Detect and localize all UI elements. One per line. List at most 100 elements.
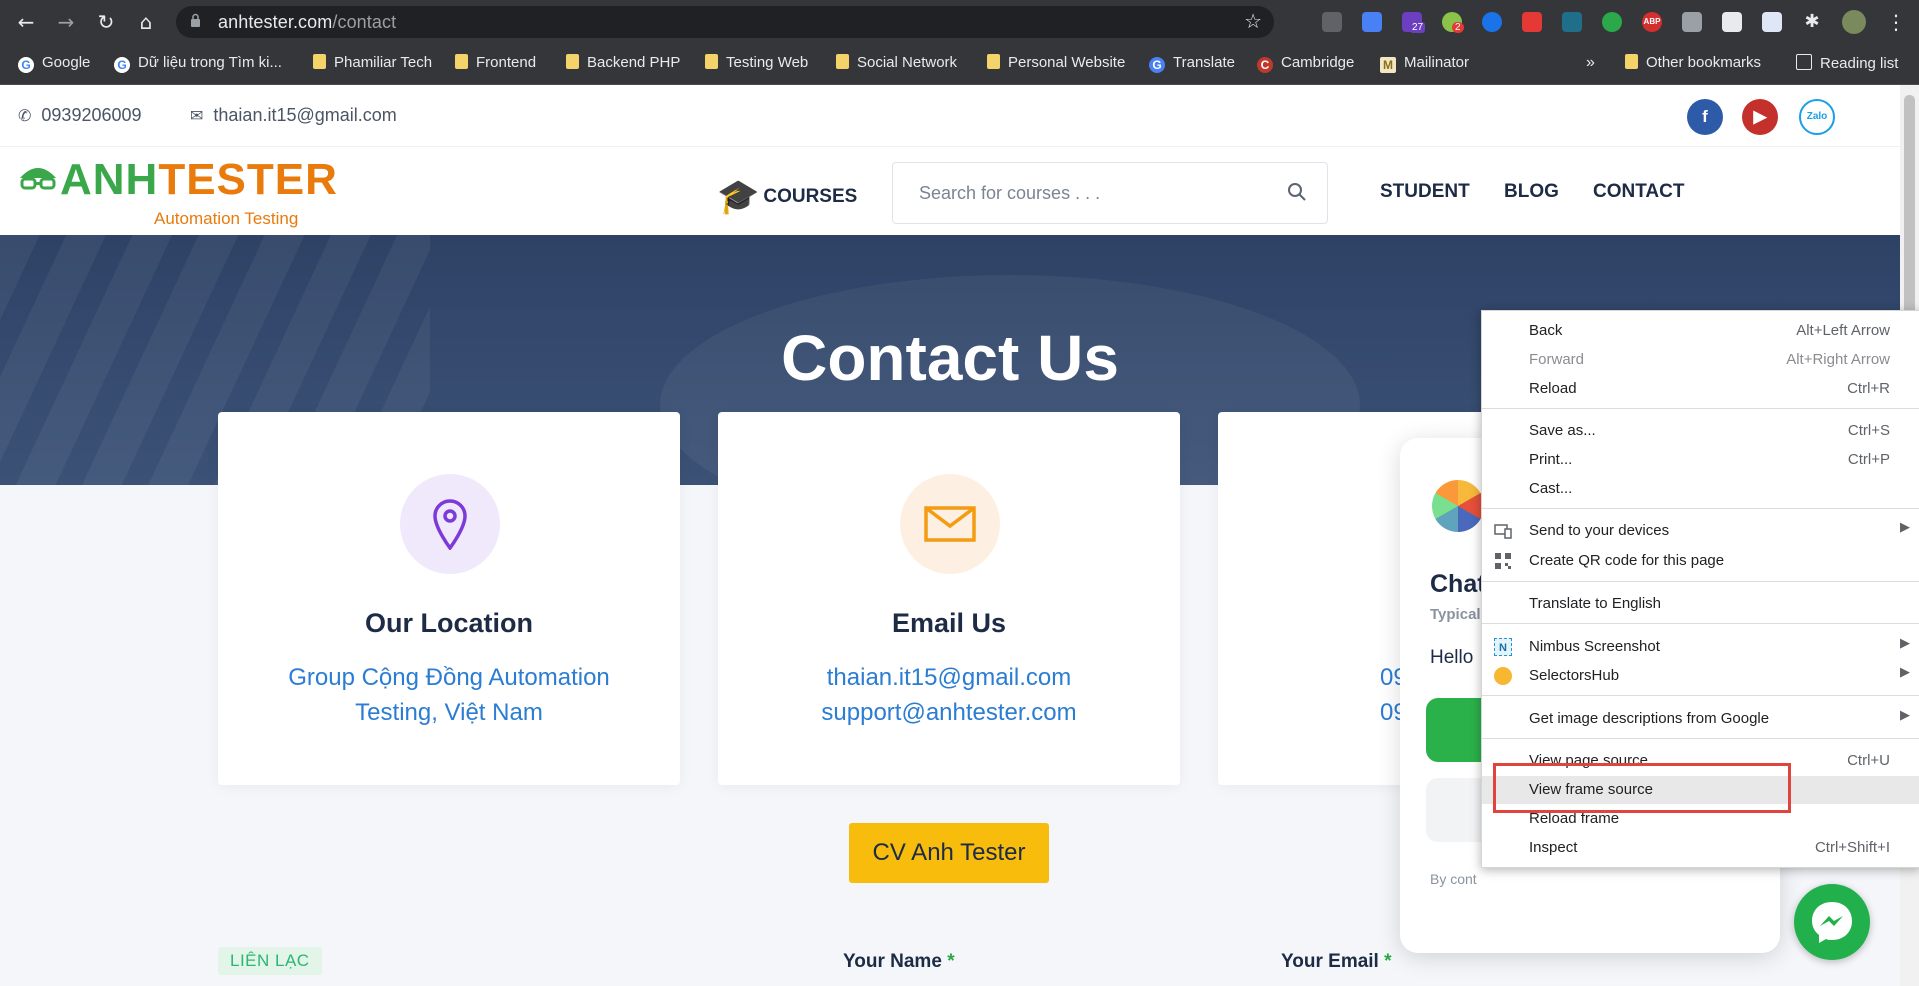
- menu-item-cast[interactable]: Cast...: [1482, 475, 1919, 503]
- name-label-text: Your Name: [843, 951, 942, 972]
- bookmark-item[interactable]: G Dữ liệu trong Tìm ki...: [114, 54, 282, 76]
- bookmark-label: Dữ liệu trong Tìm ki...: [138, 54, 282, 71]
- bookmark-folder[interactable]: Personal Website: [987, 54, 1125, 76]
- address-bar[interactable]: anhtester.com/contact ☆: [176, 6, 1274, 38]
- bookmark-folder[interactable]: Social Network: [836, 54, 957, 76]
- search-input[interactable]: [917, 182, 1261, 205]
- menu-item-shortcut: Ctrl+R: [1847, 380, 1890, 397]
- site-logo[interactable]: ANHTESTER: [18, 155, 338, 205]
- card-email-link[interactable]: support@anhtester.com: [718, 699, 1180, 727]
- menu-item-label: Create QR code for this page: [1529, 552, 1725, 569]
- adblock-plus-icon[interactable]: ABP: [1642, 12, 1662, 32]
- card-title: Email Us: [891, 608, 1007, 638]
- course-search[interactable]: [892, 162, 1328, 224]
- qr-code-icon: [1495, 553, 1511, 569]
- menu-item-label: Get image descriptions from Google: [1529, 710, 1770, 727]
- menu-item-back[interactable]: Back Alt+Left Arrow: [1482, 317, 1919, 345]
- menu-item-forward[interactable]: Forward Alt+Right Arrow: [1482, 346, 1919, 374]
- bookmark-item[interactable]: G Google: [18, 54, 90, 76]
- home-icon[interactable]: ⌂: [132, 8, 160, 36]
- menu-item-save-as[interactable]: Save as... Ctrl+S: [1482, 417, 1919, 445]
- site-header: ANHTESTER Automation Testing 🎓COURSES ST…: [0, 147, 1900, 235]
- menu-item-reload[interactable]: Reload Ctrl+R: [1482, 375, 1919, 403]
- folder-icon: [705, 54, 718, 69]
- bookmark-label: Testing Web: [726, 54, 809, 71]
- bookmark-folder[interactable]: Phamiliar Tech: [313, 54, 432, 76]
- camera-ext-icon[interactable]: [1682, 12, 1702, 32]
- bookmark-item[interactable]: C Cambridge: [1257, 54, 1354, 76]
- mailinator-icon: M: [1380, 57, 1396, 73]
- search-icon[interactable]: [1287, 182, 1307, 202]
- bookmark-item[interactable]: M Mailinator: [1380, 54, 1469, 76]
- other-bookmarks-folder[interactable]: Other bookmarks: [1625, 54, 1761, 76]
- url-text[interactable]: anhtester.com/contact: [218, 12, 396, 33]
- cv-button[interactable]: CV Anh Tester: [849, 823, 1049, 883]
- menu-item-create-qr[interactable]: Create QR code for this page: [1482, 547, 1919, 575]
- balloon-ext-icon[interactable]: 2: [1442, 12, 1464, 33]
- menu-item-print[interactable]: Print... Ctrl+P: [1482, 446, 1919, 474]
- menu-separator: [1482, 581, 1919, 582]
- menu-item-inspect[interactable]: Inspect Ctrl+Shift+I: [1482, 834, 1919, 862]
- menu-item-translate[interactable]: Translate to English: [1482, 590, 1919, 618]
- menu-item-shortcut: Alt+Left Arrow: [1796, 322, 1890, 339]
- reading-list-button[interactable]: Reading list: [1796, 54, 1898, 76]
- menu-separator: [1482, 695, 1919, 696]
- menu-item-image-descriptions[interactable]: Get image descriptions from Google ▶: [1482, 705, 1919, 733]
- reading-list-label: Reading list: [1820, 55, 1899, 72]
- folder-icon: [313, 54, 326, 69]
- zalo-icon[interactable]: Zalo: [1799, 99, 1835, 135]
- logo-mascot-icon: [20, 168, 56, 190]
- reload-icon[interactable]: ↻: [92, 8, 120, 36]
- extension-icon[interactable]: [1322, 12, 1342, 32]
- phone-number: 0939206009: [41, 105, 142, 125]
- menu-item-label: Send to your devices: [1529, 522, 1670, 539]
- email-label-text: Your Email: [1281, 951, 1379, 972]
- nav-student[interactable]: STUDENT: [1380, 181, 1470, 203]
- nav-contact[interactable]: CONTACT: [1593, 181, 1684, 203]
- email-contact[interactable]: ✉ thaian.it15@gmail.com: [190, 105, 397, 126]
- bookmark-folder[interactable]: Testing Web: [705, 54, 808, 76]
- phone-contact[interactable]: ✆ 0939206009: [18, 105, 142, 126]
- bookmark-item[interactable]: G Translate: [1149, 54, 1235, 76]
- profile-avatar[interactable]: [1842, 10, 1866, 34]
- nimbus-ext-icon[interactable]: [1562, 12, 1582, 32]
- menu-item-nimbus[interactable]: N Nimbus Screenshot ▶: [1482, 633, 1919, 661]
- nav-blog[interactable]: BLOG: [1504, 181, 1559, 203]
- menu-item-send-to-devices[interactable]: Send to your devices ▶: [1482, 517, 1919, 545]
- back-arrow-icon[interactable]: ←: [12, 8, 40, 36]
- red-ext-icon[interactable]: [1522, 12, 1542, 32]
- chat-avatar-logo: [1432, 480, 1484, 532]
- bookmarks-bar: G Google G Dữ liệu trong Tìm ki... Phamili…: [0, 44, 1919, 85]
- google-icon: G: [18, 57, 34, 73]
- messenger-chat-button[interactable]: [1794, 884, 1870, 960]
- messenger-icon: [1812, 902, 1852, 943]
- bookmark-star-icon[interactable]: ☆: [1244, 9, 1262, 33]
- menu-item-label: Save as...: [1529, 422, 1596, 439]
- menu-kebab-icon[interactable]: ⋮: [1882, 8, 1910, 36]
- google-translate-icon[interactable]: [1362, 12, 1382, 32]
- checkmark-ext-icon[interactable]: [1482, 12, 1502, 32]
- mail-icon: ✉: [190, 106, 204, 125]
- facebook-icon[interactable]: f: [1687, 99, 1723, 135]
- youtube-icon[interactable]: ▶: [1742, 99, 1778, 135]
- menu-item-label: Forward: [1529, 351, 1585, 368]
- card-email-link[interactable]: thaian.it15@gmail.com: [718, 664, 1180, 692]
- courses-menu[interactable]: 🎓 COURSES: [717, 177, 857, 217]
- forward-arrow-icon[interactable]: →: [52, 8, 80, 36]
- menu-item-selectorshub[interactable]: SelectorsHub ▶: [1482, 662, 1919, 690]
- doc-ext-icon[interactable]: [1762, 12, 1782, 32]
- graduation-ext-icon[interactable]: 27: [1402, 12, 1426, 33]
- logo-text: ANHTESTER: [60, 155, 338, 204]
- green-ext-icon[interactable]: [1602, 12, 1622, 32]
- extension-badge: 2: [1452, 22, 1464, 33]
- highlight-annotation: [1493, 763, 1791, 813]
- more-bookmarks-button[interactable]: »: [1586, 54, 1595, 76]
- adblock-plus-label: ABP: [1643, 17, 1661, 26]
- bookmark-folder[interactable]: Backend PHP: [566, 54, 680, 76]
- cambridge-icon: C: [1257, 57, 1273, 73]
- graduation-cap-icon: 🎓: [717, 177, 760, 217]
- puzzle-extensions-icon[interactable]: ✱: [1802, 12, 1822, 32]
- cursor-ext-icon[interactable]: [1722, 12, 1742, 32]
- bookmark-folder[interactable]: Frontend: [455, 54, 536, 76]
- lock-icon[interactable]: [190, 13, 201, 29]
